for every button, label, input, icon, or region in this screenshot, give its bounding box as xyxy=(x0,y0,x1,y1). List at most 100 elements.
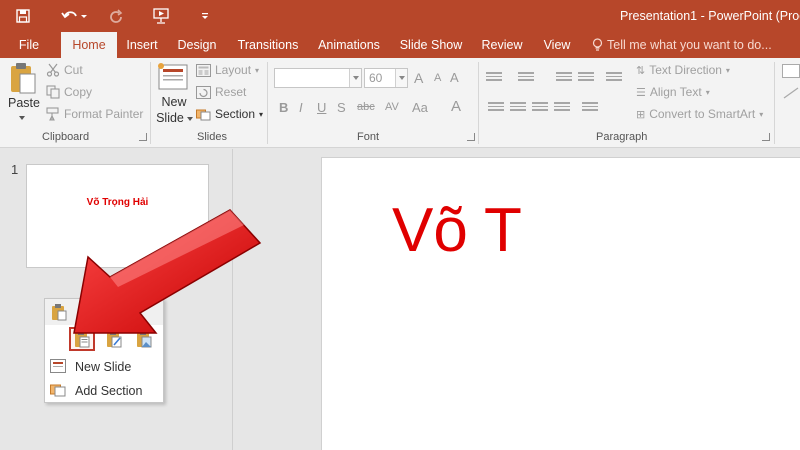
tab-review[interactable]: Review xyxy=(476,32,528,58)
paste-options-header: Paste xyxy=(45,299,163,325)
redo-icon[interactable] xyxy=(104,0,128,32)
section-label: Section xyxy=(215,107,256,121)
slide-thumbnail[interactable]: Võ Trọng Hải xyxy=(26,164,209,268)
align-left-icon[interactable] xyxy=(488,102,504,114)
smartart-icon: ⊞ xyxy=(636,108,646,121)
ribbon-tabs: File Home Insert Design Transitions Anim… xyxy=(0,32,800,58)
new-slide-menu-icon xyxy=(50,359,66,373)
new-slide-dropdown-icon[interactable] xyxy=(187,117,193,121)
font-size-dropdown-icon[interactable] xyxy=(395,69,407,87)
text-direction-button[interactable]: ⇅ Text Direction ▾ xyxy=(636,63,730,77)
numbering-icon[interactable] xyxy=(518,72,534,84)
font-size-value: 60 xyxy=(369,71,383,85)
layout-dropdown-icon: ▾ xyxy=(255,65,260,75)
tab-home[interactable]: Home xyxy=(61,32,117,58)
align-center-icon[interactable] xyxy=(510,102,526,114)
font-name-combo[interactable] xyxy=(274,68,362,88)
tab-file[interactable]: File xyxy=(10,32,48,58)
lightbulb-icon xyxy=(592,38,603,51)
group-divider xyxy=(150,62,151,144)
shrink-font-icon[interactable]: A xyxy=(434,72,441,84)
tab-slide-show[interactable]: Slide Show xyxy=(395,32,467,58)
text-direction-label: Text Direction xyxy=(649,63,722,77)
grow-font-icon[interactable]: A xyxy=(414,70,423,86)
clear-formatting-icon[interactable]: A xyxy=(450,70,459,85)
new-slide-icon[interactable] xyxy=(158,62,190,92)
undo-icon[interactable] xyxy=(56,0,92,32)
text-direction-dropdown-icon: ▾ xyxy=(725,65,730,75)
paste-picture-icon[interactable] xyxy=(131,327,157,351)
start-from-beginning-icon[interactable] xyxy=(148,0,174,32)
change-case-button[interactable]: Aa xyxy=(412,100,428,115)
font-color-button[interactable]: A xyxy=(451,98,461,115)
font-size-combo[interactable]: 60 xyxy=(364,68,408,88)
new-slide-label-1[interactable]: New xyxy=(156,95,192,109)
font-launcher-icon[interactable] xyxy=(467,133,475,141)
tab-animations[interactable]: Animations xyxy=(313,32,385,58)
paste-keep-source-formatting-icon[interactable] xyxy=(101,327,127,351)
customize-qat-icon[interactable] xyxy=(198,0,212,32)
thumbnail-text: Võ Trọng Hải xyxy=(86,197,149,208)
reset-icon xyxy=(196,85,211,99)
save-icon[interactable] xyxy=(8,0,38,32)
convert-smartart-button[interactable]: ⊞ Convert to SmartArt ▾ xyxy=(636,107,763,121)
line-spacing-icon[interactable] xyxy=(606,72,622,84)
paste-button[interactable]: Paste xyxy=(8,96,40,110)
paste-dropdown-icon[interactable] xyxy=(19,116,25,120)
text-shadow-button[interactable]: S xyxy=(337,100,346,115)
add-section-menu-icon xyxy=(50,384,66,397)
font-name-dropdown-icon[interactable] xyxy=(349,69,361,87)
section-button[interactable]: Section ▾ xyxy=(196,107,263,121)
increase-indent-icon[interactable] xyxy=(578,72,594,84)
tab-insert[interactable]: Insert xyxy=(121,32,163,58)
reset-label: Reset xyxy=(215,85,247,99)
group-divider xyxy=(267,62,268,144)
section-dropdown-icon: ▾ xyxy=(259,109,264,119)
ribbon-home: Paste Cut Copy Format Painter Clipboard … xyxy=(0,58,800,148)
window-title: Presentation1 - PowerPoint (Produ xyxy=(620,9,800,23)
new-slide-label-2[interactable]: Slide xyxy=(152,111,188,125)
pane-divider[interactable] xyxy=(232,149,233,450)
tell-me-search[interactable]: Tell me what you want to do... xyxy=(592,32,772,58)
cut-button[interactable]: Cut xyxy=(46,63,83,77)
decrease-indent-icon[interactable] xyxy=(556,72,572,84)
columns-icon[interactable] xyxy=(582,102,598,114)
tell-me-text: Tell me what you want to do... xyxy=(607,38,772,52)
tab-transitions[interactable]: Transitions xyxy=(233,32,303,58)
title-bar: Presentation1 - PowerPoint (Produ xyxy=(0,0,800,32)
bullets-icon[interactable] xyxy=(486,72,502,84)
slide-title-text[interactable]: Võ T xyxy=(392,195,522,266)
reset-button[interactable]: Reset xyxy=(196,85,246,99)
tab-view[interactable]: View xyxy=(538,32,576,58)
format-painter-label: Format Painter xyxy=(64,107,144,121)
group-divider xyxy=(774,62,775,144)
context-menu: Paste New Slide Add Section xyxy=(44,298,164,403)
italic-button[interactable]: I xyxy=(299,100,303,115)
arrange-icon[interactable] xyxy=(782,86,800,100)
bold-button[interactable]: B xyxy=(279,100,288,115)
strikethrough-button[interactable]: abc xyxy=(357,101,375,113)
slides-group-label: Slides xyxy=(197,131,227,143)
align-right-icon[interactable] xyxy=(532,102,548,114)
paste-use-destination-theme-icon[interactable] xyxy=(69,327,95,351)
paragraph-launcher-icon[interactable] xyxy=(762,133,770,141)
layout-label: Layout xyxy=(215,63,252,77)
copy-button[interactable]: Copy xyxy=(46,85,92,99)
add-section-menu-item[interactable]: Add Section xyxy=(45,380,163,402)
layout-button[interactable]: Layout ▾ xyxy=(196,63,259,77)
justify-icon[interactable] xyxy=(554,102,570,114)
convert-smartart-dropdown-icon: ▾ xyxy=(759,109,764,119)
format-painter-button[interactable]: Format Painter xyxy=(46,107,143,121)
paste-icon[interactable] xyxy=(8,62,38,96)
character-spacing-button[interactable]: AV xyxy=(385,101,399,113)
copy-label: Copy xyxy=(64,85,93,99)
drawing-shapes-icon[interactable] xyxy=(782,64,800,78)
underline-button[interactable]: U xyxy=(317,100,326,115)
copy-icon xyxy=(46,85,60,99)
new-slide-menu-label: New Slide xyxy=(75,360,132,374)
clipboard-launcher-icon[interactable] xyxy=(139,133,147,141)
text-direction-icon: ⇅ xyxy=(636,64,646,77)
tab-design[interactable]: Design xyxy=(173,32,221,58)
align-text-button[interactable]: ☰ Align Text ▾ xyxy=(636,85,710,99)
new-slide-menu-item[interactable]: New Slide xyxy=(45,356,163,378)
